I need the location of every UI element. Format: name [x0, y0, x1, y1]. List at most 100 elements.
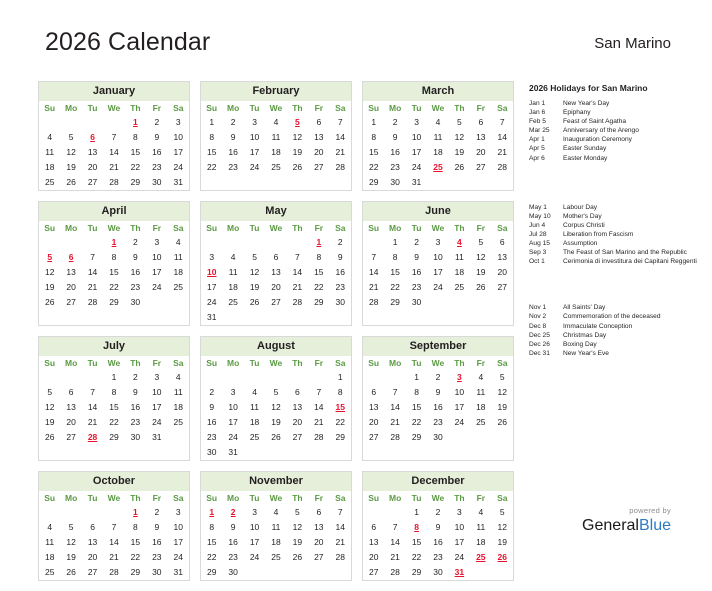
- day-cell[interactable]: 10: [168, 520, 189, 535]
- day-cell[interactable]: 14: [82, 400, 103, 415]
- day-cell[interactable]: 3: [201, 250, 222, 265]
- day-cell[interactable]: 2: [384, 115, 405, 130]
- day-cell[interactable]: 4: [470, 505, 491, 520]
- day-cell[interactable]: 26: [449, 160, 470, 175]
- day-cell[interactable]: 3: [244, 505, 265, 520]
- day-cell[interactable]: 13: [363, 535, 384, 550]
- day-cell[interactable]: 16: [125, 400, 146, 415]
- day-cell[interactable]: 16: [146, 145, 167, 160]
- day-cell[interactable]: 14: [363, 265, 384, 280]
- day-cell[interactable]: 21: [287, 280, 308, 295]
- day-cell[interactable]: 25: [449, 280, 470, 295]
- day-cell[interactable]: 6: [470, 115, 491, 130]
- day-cell[interactable]: 9: [222, 520, 243, 535]
- day-cell[interactable]: 3: [449, 505, 470, 520]
- day-cell[interactable]: 6: [363, 385, 384, 400]
- day-cell[interactable]: 8: [330, 385, 351, 400]
- day-cell[interactable]: 6: [363, 520, 384, 535]
- day-cell[interactable]: 25: [265, 160, 286, 175]
- day-cell[interactable]: 8: [125, 520, 146, 535]
- day-cell[interactable]: 27: [82, 565, 103, 580]
- day-cell[interactable]: 20: [363, 415, 384, 430]
- day-cell[interactable]: 14: [287, 265, 308, 280]
- day-cell[interactable]: 11: [222, 265, 243, 280]
- day-cell[interactable]: 30: [406, 295, 427, 310]
- day-cell[interactable]: 21: [384, 550, 405, 565]
- day-cell[interactable]: 24: [244, 550, 265, 565]
- day-cell[interactable]: 9: [330, 250, 351, 265]
- day-cell[interactable]: 15: [406, 535, 427, 550]
- day-cell[interactable]: 28: [103, 175, 124, 190]
- day-cell[interactable]: 16: [427, 535, 448, 550]
- day-cell[interactable]: 14: [330, 130, 351, 145]
- day-cell[interactable]: 8: [308, 250, 329, 265]
- day-cell[interactable]: 10: [146, 250, 167, 265]
- day-cell[interactable]: 2: [427, 505, 448, 520]
- day-cell[interactable]: 23: [146, 160, 167, 175]
- day-cell[interactable]: 30: [330, 295, 351, 310]
- day-cell[interactable]: 8: [201, 130, 222, 145]
- day-cell[interactable]: 12: [492, 385, 513, 400]
- day-cell[interactable]: 28: [384, 430, 405, 445]
- day-cell[interactable]: 17: [146, 265, 167, 280]
- day-cell[interactable]: 2: [406, 235, 427, 250]
- day-cell-holiday[interactable]: 25: [470, 550, 491, 565]
- day-cell[interactable]: 3: [222, 385, 243, 400]
- day-cell[interactable]: 15: [308, 265, 329, 280]
- day-cell[interactable]: 2: [330, 235, 351, 250]
- day-cell[interactable]: 5: [265, 385, 286, 400]
- day-cell[interactable]: 7: [384, 520, 405, 535]
- day-cell[interactable]: 27: [60, 430, 81, 445]
- day-cell[interactable]: 1: [384, 235, 405, 250]
- day-cell[interactable]: 15: [103, 265, 124, 280]
- day-cell[interactable]: 12: [39, 400, 60, 415]
- day-cell-holiday[interactable]: 31: [449, 565, 470, 580]
- day-cell[interactable]: 15: [125, 535, 146, 550]
- day-cell[interactable]: 20: [363, 550, 384, 565]
- day-cell[interactable]: 4: [39, 130, 60, 145]
- day-cell[interactable]: 14: [103, 145, 124, 160]
- day-cell[interactable]: 1: [406, 370, 427, 385]
- day-cell[interactable]: 23: [330, 280, 351, 295]
- day-cell[interactable]: 5: [492, 505, 513, 520]
- day-cell[interactable]: 31: [406, 175, 427, 190]
- day-cell[interactable]: 4: [222, 250, 243, 265]
- day-cell[interactable]: 22: [103, 415, 124, 430]
- day-cell[interactable]: 24: [146, 415, 167, 430]
- day-cell-holiday[interactable]: 6: [60, 250, 81, 265]
- day-cell-holiday[interactable]: 1: [201, 505, 222, 520]
- day-cell[interactable]: 13: [60, 400, 81, 415]
- day-cell[interactable]: 20: [308, 535, 329, 550]
- generalblue-logo[interactable]: GeneralBlue: [582, 516, 671, 535]
- day-cell[interactable]: 26: [265, 430, 286, 445]
- day-cell-holiday[interactable]: 15: [330, 400, 351, 415]
- day-cell[interactable]: 21: [492, 145, 513, 160]
- day-cell[interactable]: 17: [244, 145, 265, 160]
- day-cell[interactable]: 13: [363, 400, 384, 415]
- day-cell[interactable]: 11: [470, 385, 491, 400]
- day-cell[interactable]: 7: [308, 385, 329, 400]
- day-cell[interactable]: 28: [287, 295, 308, 310]
- day-cell[interactable]: 23: [125, 415, 146, 430]
- day-cell[interactable]: 18: [470, 400, 491, 415]
- day-cell[interactable]: 29: [363, 175, 384, 190]
- day-cell[interactable]: 17: [427, 265, 448, 280]
- day-cell[interactable]: 18: [470, 535, 491, 550]
- day-cell[interactable]: 9: [125, 385, 146, 400]
- day-cell[interactable]: 17: [222, 415, 243, 430]
- day-cell[interactable]: 30: [222, 565, 243, 580]
- day-cell-holiday[interactable]: 8: [406, 520, 427, 535]
- day-cell[interactable]: 23: [406, 280, 427, 295]
- day-cell[interactable]: 10: [449, 385, 470, 400]
- day-cell[interactable]: 28: [363, 295, 384, 310]
- day-cell[interactable]: 7: [384, 385, 405, 400]
- day-cell[interactable]: 5: [60, 130, 81, 145]
- day-cell-holiday[interactable]: 5: [39, 250, 60, 265]
- day-cell[interactable]: 21: [82, 415, 103, 430]
- day-cell[interactable]: 16: [330, 265, 351, 280]
- day-cell[interactable]: 3: [168, 505, 189, 520]
- day-cell[interactable]: 22: [384, 280, 405, 295]
- day-cell[interactable]: 14: [330, 520, 351, 535]
- day-cell[interactable]: 28: [384, 565, 405, 580]
- day-cell[interactable]: 10: [222, 400, 243, 415]
